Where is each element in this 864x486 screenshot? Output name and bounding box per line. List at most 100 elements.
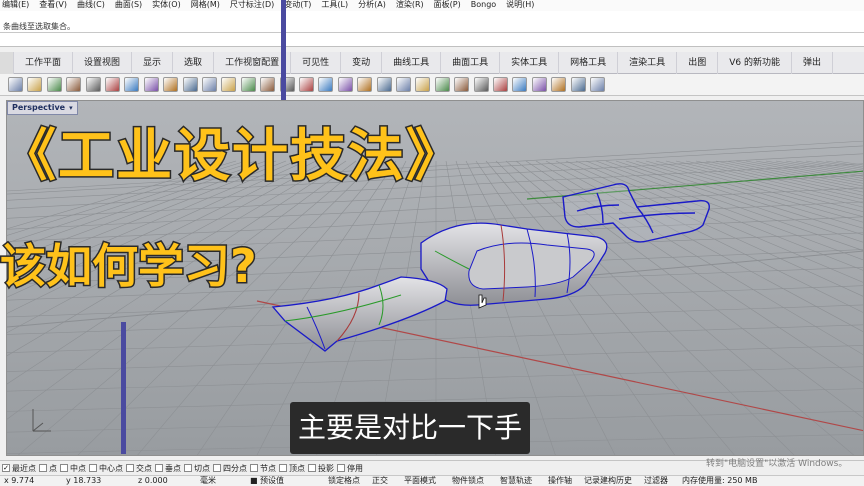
checkbox-icon[interactable] <box>39 464 47 472</box>
viewport-menu-arrow-icon[interactable]: ▾ <box>69 102 73 114</box>
osnap-option[interactable]: 顶点 <box>279 461 305 475</box>
menu-item[interactable]: 工具(L) <box>321 0 348 11</box>
toolbar-tab[interactable]: 网格工具 <box>559 52 619 74</box>
ghosted-icon[interactable] <box>376 77 392 92</box>
layer-icon[interactable] <box>570 77 586 92</box>
toolbar-tab[interactable]: 变动 <box>341 52 383 74</box>
menu-item[interactable]: 分析(A) <box>358 0 386 11</box>
undo-icon[interactable] <box>143 77 159 92</box>
select-lasso-icon[interactable] <box>396 77 411 92</box>
zoom-window-icon[interactable] <box>221 77 237 92</box>
osnap-option[interactable]: 中点 <box>60 461 86 475</box>
set-cplane-icon[interactable] <box>337 77 353 92</box>
gear-icon[interactable] <box>531 77 547 92</box>
status-layer[interactable]: 预设值 <box>260 476 284 486</box>
cut-icon[interactable] <box>85 77 101 92</box>
checkbox-icon[interactable] <box>337 464 345 472</box>
rotate-view-icon[interactable] <box>182 77 198 92</box>
osnap-option[interactable]: ✓ 最近点 <box>2 461 36 475</box>
toolbar-tab[interactable]: V6 的新功能 <box>718 52 792 74</box>
toolbar-tab[interactable]: 选取 <box>173 52 215 74</box>
menu-item[interactable]: 查看(V) <box>39 0 67 11</box>
menu-item[interactable]: Bongo <box>471 0 496 11</box>
checkbox-icon[interactable] <box>126 464 134 472</box>
menu-item[interactable]: 网格(M) <box>191 0 220 11</box>
toolbar-tab[interactable]: 工作平面 <box>14 52 74 74</box>
menu-item[interactable]: 尺寸标注(D) <box>230 0 274 11</box>
rendered-sphere-icon[interactable] <box>512 77 528 92</box>
toolbar-tab[interactable]: 实体工具 <box>500 52 560 74</box>
menu-item[interactable]: 说明(H) <box>506 0 534 11</box>
car-icon[interactable] <box>318 77 334 92</box>
four-views-icon[interactable] <box>299 77 314 92</box>
environment-icon[interactable] <box>473 77 489 92</box>
checkbox-icon[interactable] <box>213 464 221 472</box>
toolbar-tab[interactable]: 可见性 <box>291 52 342 74</box>
shaded-sphere-icon[interactable] <box>493 77 508 92</box>
status-layer-swatch[interactable]: ■ <box>250 476 258 486</box>
save-icon[interactable] <box>46 77 62 92</box>
checkbox-icon[interactable] <box>308 464 316 472</box>
light-icon[interactable] <box>415 77 431 92</box>
toolbar-tab[interactable]: 显示 <box>132 52 174 74</box>
menu-item[interactable]: 渲染(R) <box>396 0 424 11</box>
checkbox-icon[interactable] <box>89 464 97 472</box>
properties-icon[interactable] <box>551 77 567 92</box>
osnap-toggle[interactable]: 物件锁点 <box>452 476 484 486</box>
open-icon[interactable] <box>27 77 43 92</box>
new-file-icon[interactable] <box>8 77 23 92</box>
checkbox-icon[interactable] <box>184 464 192 472</box>
toolbar-tab[interactable]: 渲染工具 <box>618 52 678 74</box>
history-toggle[interactable]: 记录建构历史 <box>584 476 632 486</box>
smarttrack-toggle[interactable]: 智慧轨迹 <box>500 476 532 486</box>
checkbox-icon[interactable]: ✓ <box>2 464 10 472</box>
osnap-label: 点 <box>49 463 57 473</box>
gumball-toggle[interactable]: 操作轴 <box>548 476 572 486</box>
command-prompt-input[interactable] <box>0 33 864 47</box>
toolbar-tab[interactable]: 曲线工具 <box>382 52 442 74</box>
menu-item[interactable]: 编辑(E) <box>2 0 29 11</box>
pan-icon[interactable] <box>163 77 179 92</box>
osnap-option[interactable]: 节点 <box>250 461 276 475</box>
menu-item[interactable]: 变动(T) <box>284 0 311 11</box>
osnap-label: 中心点 <box>99 463 123 473</box>
toolbar-tab[interactable]: 弹出 <box>792 52 833 74</box>
viewport-title-tab[interactable]: Perspective ▾ <box>7 101 78 115</box>
menu-item[interactable]: 曲面(S) <box>115 0 142 11</box>
material-icon[interactable] <box>454 77 470 92</box>
grid-snap-toggle[interactable]: 锁定格点 <box>328 476 360 486</box>
zoom-icon[interactable] <box>202 77 217 92</box>
print-icon[interactable] <box>66 77 82 92</box>
options-icon[interactable] <box>590 77 605 92</box>
checkbox-icon[interactable] <box>279 464 287 472</box>
osnap-option[interactable]: 切点 <box>184 461 210 475</box>
command-history: 条曲线至选取集合。 <box>0 11 864 33</box>
tab-active-marker[interactable] <box>0 52 14 74</box>
osnap-option[interactable]: 停用 <box>337 461 363 475</box>
toolbar-tab[interactable]: 出图 <box>677 52 719 74</box>
menu-item[interactable]: 实体(O) <box>152 0 181 11</box>
checkbox-icon[interactable] <box>155 464 163 472</box>
toolbar-tab[interactable]: 工作视窗配置 <box>214 52 292 74</box>
copy-icon[interactable] <box>105 77 120 92</box>
paste-icon[interactable] <box>124 77 140 92</box>
checkbox-icon[interactable] <box>60 464 68 472</box>
render-icon[interactable] <box>434 77 450 92</box>
menu-item[interactable]: 面板(P) <box>434 0 461 11</box>
planar-toggle[interactable]: 平面模式 <box>404 476 436 486</box>
ortho-toggle[interactable]: 正交 <box>372 476 388 486</box>
osnap-option[interactable]: 垂点 <box>155 461 181 475</box>
zoom-selected-icon[interactable] <box>260 77 276 92</box>
menu-item[interactable]: 曲线(C) <box>77 0 105 11</box>
checkbox-icon[interactable] <box>250 464 258 472</box>
zoom-extents-icon[interactable] <box>240 77 256 92</box>
osnap-option[interactable]: 点 <box>39 461 57 475</box>
toolbar-tab[interactable]: 设置视图 <box>73 52 133 74</box>
toolbar-tab[interactable]: 曲面工具 <box>441 52 501 74</box>
osnap-option[interactable]: 交点 <box>126 461 152 475</box>
osnap-option[interactable]: 四分点 <box>213 461 247 475</box>
osnap-option[interactable]: 投影 <box>308 461 334 475</box>
named-cplane-icon[interactable] <box>357 77 373 92</box>
filter-toggle[interactable]: 过滤器 <box>644 476 668 486</box>
osnap-option[interactable]: 中心点 <box>89 461 123 475</box>
